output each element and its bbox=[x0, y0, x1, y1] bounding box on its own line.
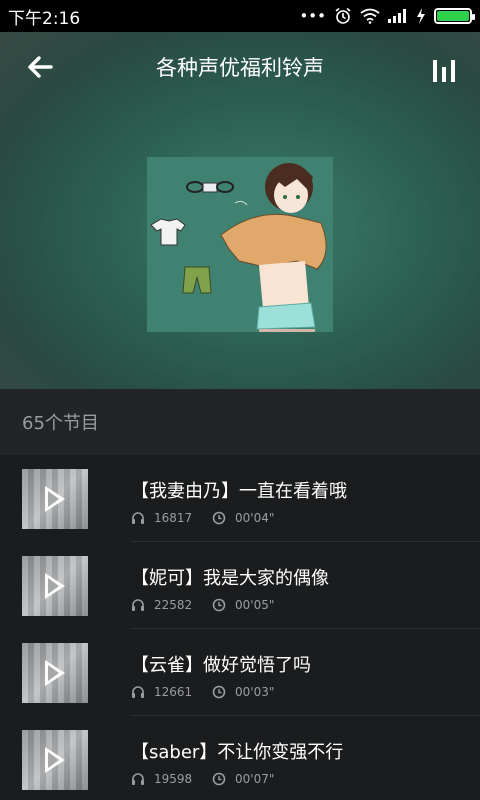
headphones-icon bbox=[132, 599, 144, 611]
clock-icon bbox=[212, 772, 226, 786]
track-title: 【妮可】我是大家的偶像 bbox=[131, 568, 329, 589]
list-item[interactable]: 【云雀】做好觉悟了吗 12661 00'03" bbox=[0, 629, 480, 716]
duration: 00'05" bbox=[235, 598, 275, 612]
duration: 00'04" bbox=[235, 511, 275, 525]
play-icon bbox=[45, 573, 65, 599]
program-list: 【我妻由乃】一直在看着哦 16817 00'04" 【妮可】我是大家的偶像 22… bbox=[0, 455, 480, 800]
page-title: 各种声优福利铃声 bbox=[156, 56, 324, 80]
battery-icon bbox=[434, 8, 475, 24]
signal-icon bbox=[388, 9, 406, 23]
top-bar: 各种声优福利铃声 bbox=[0, 32, 480, 102]
status-icons: ••• bbox=[299, 7, 475, 25]
program-count-header: 65个节目 bbox=[0, 389, 480, 455]
album-cover bbox=[147, 157, 333, 332]
status-time: 下午2:16 bbox=[8, 8, 81, 29]
arrow-left-icon bbox=[28, 56, 53, 78]
program-count: 65个节目 bbox=[22, 413, 99, 434]
clock-icon bbox=[212, 685, 226, 699]
back-button[interactable] bbox=[22, 50, 58, 84]
play-icon bbox=[45, 747, 65, 773]
play-icon bbox=[45, 486, 65, 512]
track-title: 【云雀】做好觉悟了吗 bbox=[131, 655, 311, 676]
duration: 00'07" bbox=[235, 772, 275, 786]
track-thumbnail[interactable] bbox=[22, 730, 88, 790]
play-icon bbox=[45, 660, 65, 686]
wifi-icon bbox=[360, 8, 380, 24]
anime-boy-illustration bbox=[147, 157, 333, 332]
headphones-icon bbox=[132, 773, 144, 785]
clock-icon bbox=[212, 598, 226, 612]
duration: 00'03" bbox=[235, 685, 275, 699]
track-meta: 16817 00'04" bbox=[131, 511, 274, 525]
track-meta: 12661 00'03" bbox=[131, 685, 274, 699]
track-title: 【我妻由乃】一直在看着哦 bbox=[131, 481, 347, 502]
track-title: 【saber】不让你变强不行 bbox=[131, 742, 344, 763]
play-count: 19598 bbox=[154, 772, 193, 786]
track-thumbnail[interactable] bbox=[22, 469, 88, 529]
more-dots-icon: ••• bbox=[299, 7, 326, 25]
list-item[interactable]: 【saber】不让你变强不行 19598 00'07" bbox=[0, 716, 480, 800]
track-thumbnail[interactable] bbox=[22, 643, 88, 703]
equalizer-icon bbox=[433, 60, 437, 82]
track-meta: 19598 00'07" bbox=[131, 772, 274, 786]
track-meta: 22582 00'05" bbox=[131, 598, 274, 612]
clock-icon bbox=[212, 511, 226, 525]
play-count: 22582 bbox=[154, 598, 193, 612]
track-thumbnail[interactable] bbox=[22, 556, 88, 616]
alarm-icon bbox=[335, 7, 351, 24]
status-bar: 下午2:16 ••• bbox=[0, 0, 480, 32]
album-header: 各种声优福利铃声 bbox=[0, 32, 480, 389]
list-item[interactable]: 【我妻由乃】一直在看着哦 16817 00'04" bbox=[0, 455, 480, 542]
headphones-icon bbox=[132, 512, 144, 524]
play-count: 12661 bbox=[154, 685, 193, 699]
headphones-icon bbox=[132, 686, 144, 698]
play-count: 16817 bbox=[154, 511, 193, 525]
charging-icon bbox=[417, 8, 425, 24]
now-playing-button[interactable] bbox=[430, 54, 458, 82]
list-item[interactable]: 【妮可】我是大家的偶像 22582 00'05" bbox=[0, 542, 480, 629]
